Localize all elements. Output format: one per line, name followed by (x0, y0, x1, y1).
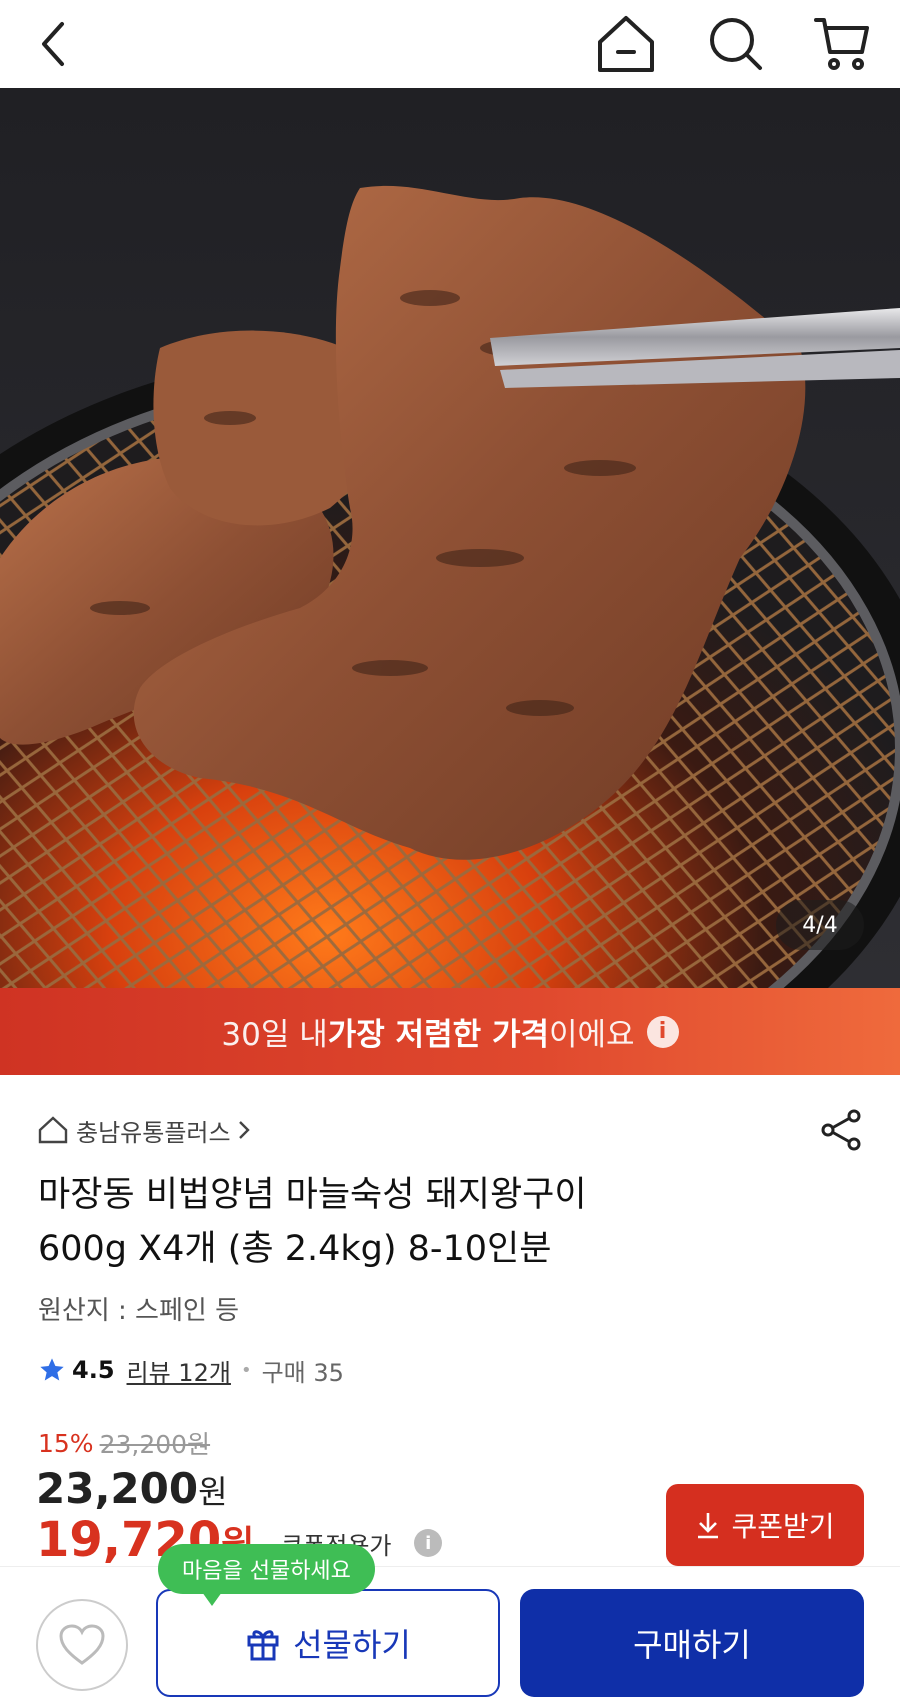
rating-score: 4.5 (72, 1356, 115, 1384)
coupon-info-icon[interactable]: i (414, 1529, 443, 1557)
download-icon (698, 1513, 719, 1539)
store-link[interactable]: 충남유통플러스 (38, 1110, 259, 1150)
image-counter: 4/4 (776, 900, 864, 950)
bottom-action-bar: 선물하기 구매하기 (0, 1566, 900, 1699)
search-icon (710, 18, 762, 70)
promo-text-prefix: 30일 내 (221, 1017, 328, 1053)
gift-tooltip: 마음을 선물하세요 (158, 1544, 375, 1606)
product-image-carousel[interactable]: 4/4 (0, 88, 900, 988)
gift-button-label: 선물하기 (293, 1626, 411, 1664)
cart-icon (814, 18, 869, 70)
purchase-count: 구매 35 (261, 1358, 344, 1387)
review-count-link[interactable]: 리뷰 12개 (127, 1353, 231, 1388)
buy-button-label: 구매하기 (633, 1626, 751, 1664)
product-title-line-1: 마장동 비법양념 마늘숙성 돼지왕구이 (38, 1175, 587, 1215)
product-title: 마장동 비법양념 마늘숙성 돼지왕구이 600g X4개 (총 2.4kg) 8… (38, 1168, 858, 1276)
sale-price-number: 23,200 (36, 1464, 199, 1513)
get-coupon-label: 쿠폰받기 (731, 1510, 835, 1543)
home-button[interactable] (586, 0, 666, 88)
top-header (0, 0, 900, 88)
store-name: 충남유통플러스 (76, 1118, 231, 1147)
home-icon (598, 16, 654, 72)
share-button[interactable] (820, 1108, 868, 1156)
buy-button[interactable]: 구매하기 (520, 1589, 864, 1697)
chevron-right-icon (238, 1121, 250, 1139)
wishlist-button[interactable] (36, 1599, 128, 1691)
discount-row: 15% 23,200원 (38, 1425, 210, 1461)
rating-row: 4.5 리뷰 12개 • 구매 35 (38, 1352, 344, 1388)
home-outline-icon (38, 1116, 68, 1144)
separator-dot: • (240, 1359, 252, 1381)
chevron-left-icon (42, 22, 64, 66)
lowest-price-banner: 30일 내 가장 저렴한 가격 이에요 i (0, 988, 900, 1075)
promo-text-highlight: 가장 저렴한 가격 (327, 1017, 549, 1053)
star-icon (40, 1358, 64, 1381)
heart-icon (59, 1624, 105, 1665)
back-button[interactable] (14, 0, 94, 88)
product-image (0, 88, 900, 988)
sale-price-unit: 원 (198, 1473, 228, 1511)
cart-button[interactable] (802, 0, 882, 88)
sale-price: 23,200원 (36, 1464, 228, 1513)
original-price: 23,200원 (99, 1430, 211, 1459)
promo-text-suffix: 이에요 (549, 1017, 635, 1053)
gift-icon (247, 1630, 279, 1661)
discount-rate: 15% (38, 1428, 94, 1458)
origin-info: 원산지 : 스페인 등 (38, 1296, 239, 1326)
info-icon[interactable]: i (646, 1015, 679, 1048)
get-coupon-button[interactable]: 쿠폰받기 (666, 1484, 864, 1566)
share-icon (821, 1109, 861, 1151)
search-button[interactable] (696, 0, 776, 88)
product-title-line-2: 600g X4개 (총 2.4kg) 8-10인분 (38, 1229, 552, 1269)
